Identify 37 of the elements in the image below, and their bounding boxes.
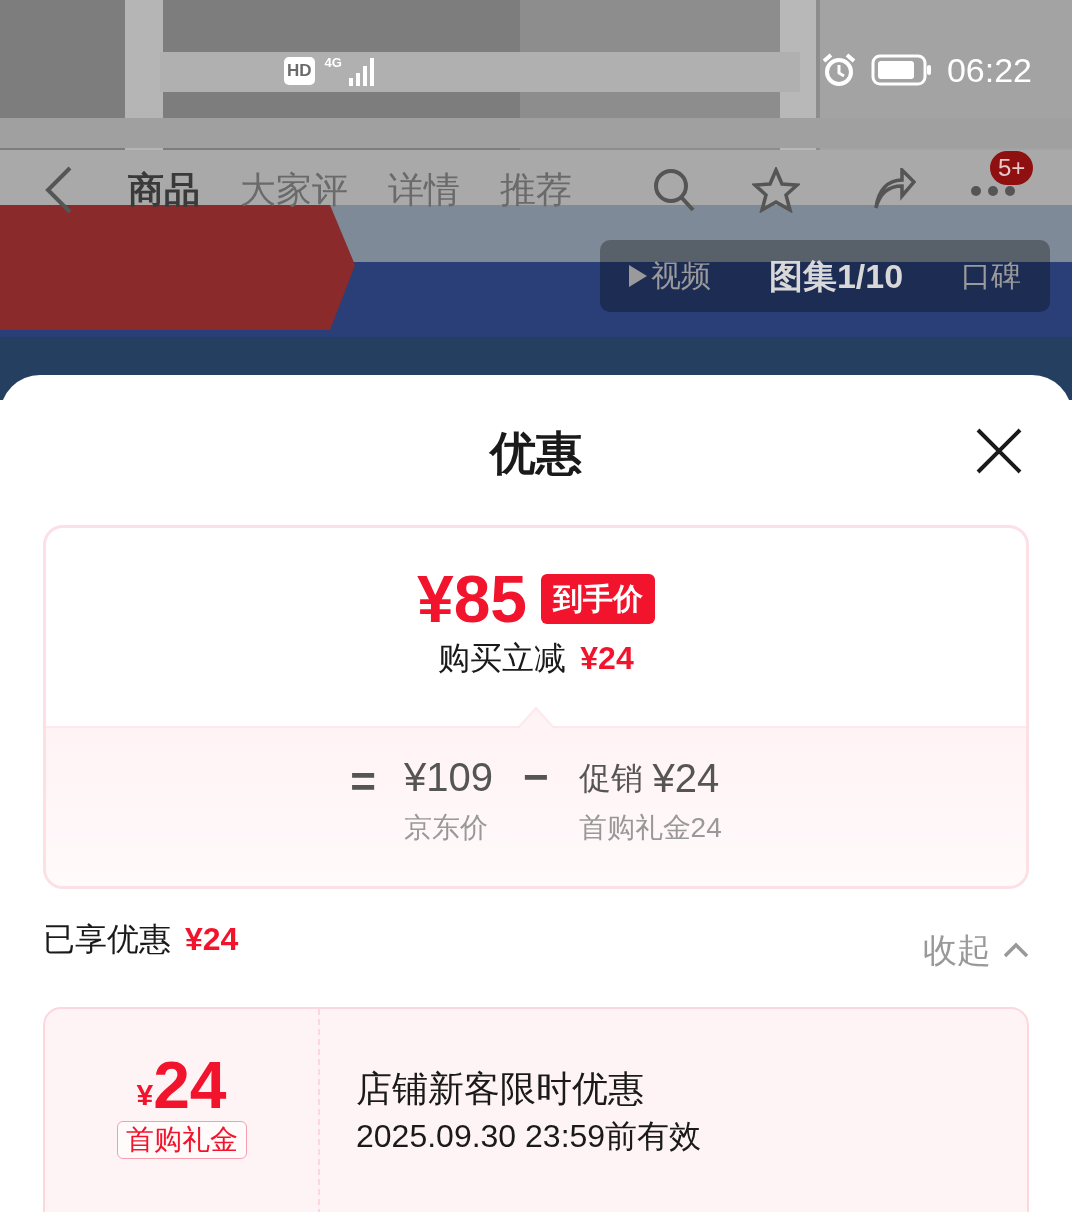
coupon-amount: 24 (153, 1049, 227, 1121)
coupon-tag: 首购礼金 (116, 1121, 247, 1159)
signal-icon (348, 56, 377, 86)
media-tab[interactable]: 视频 (628, 254, 711, 298)
battery-icon (870, 54, 933, 86)
media-tab[interactable]: 口碑 (961, 254, 1022, 298)
search-icon[interactable] (652, 167, 696, 213)
nav-tab[interactable]: 商品 (128, 165, 200, 215)
saving-amount: ¥24 (580, 639, 634, 678)
back-icon[interactable] (44, 165, 74, 215)
alarm-icon (820, 52, 857, 88)
minus-sign: − (522, 752, 549, 803)
media-tab[interactable]: 图集1/10 (768, 254, 904, 298)
promo-amount: ¥24 (652, 755, 720, 802)
final-price: ¥85 (416, 564, 528, 634)
collapse-button[interactable]: 收起 (923, 925, 1029, 975)
sheet-title: 优惠 (490, 426, 582, 481)
promo-detail: 首购礼金24 (578, 811, 722, 845)
saving-label: 购买立减 (438, 639, 567, 678)
base-price-label: 京东价 (403, 811, 488, 845)
enjoyed-discount-label: 已享优惠 (43, 920, 171, 959)
hd-icon: HD (284, 57, 315, 85)
play-icon (628, 265, 647, 287)
final-price-tag: 到手价 (541, 574, 656, 624)
coupon-currency: ¥ (136, 1078, 154, 1113)
base-price: ¥109 (403, 754, 493, 801)
coupon-title: 店铺新客限时优惠 (356, 1067, 645, 1111)
clock-time: 06:22 (946, 50, 1032, 90)
more-icon[interactable] (970, 185, 1016, 197)
coupon-validity: 2025.09.30 23:59前有效 (356, 1117, 702, 1156)
chevron-up-icon (1003, 942, 1029, 958)
close-icon[interactable] (975, 427, 1023, 475)
enjoyed-discount-amount: ¥24 (185, 920, 239, 959)
network-label: 4G (324, 56, 343, 70)
equals-sign: = (350, 756, 376, 808)
promo-label: 促销 (578, 759, 643, 798)
star-icon[interactable] (752, 167, 800, 213)
